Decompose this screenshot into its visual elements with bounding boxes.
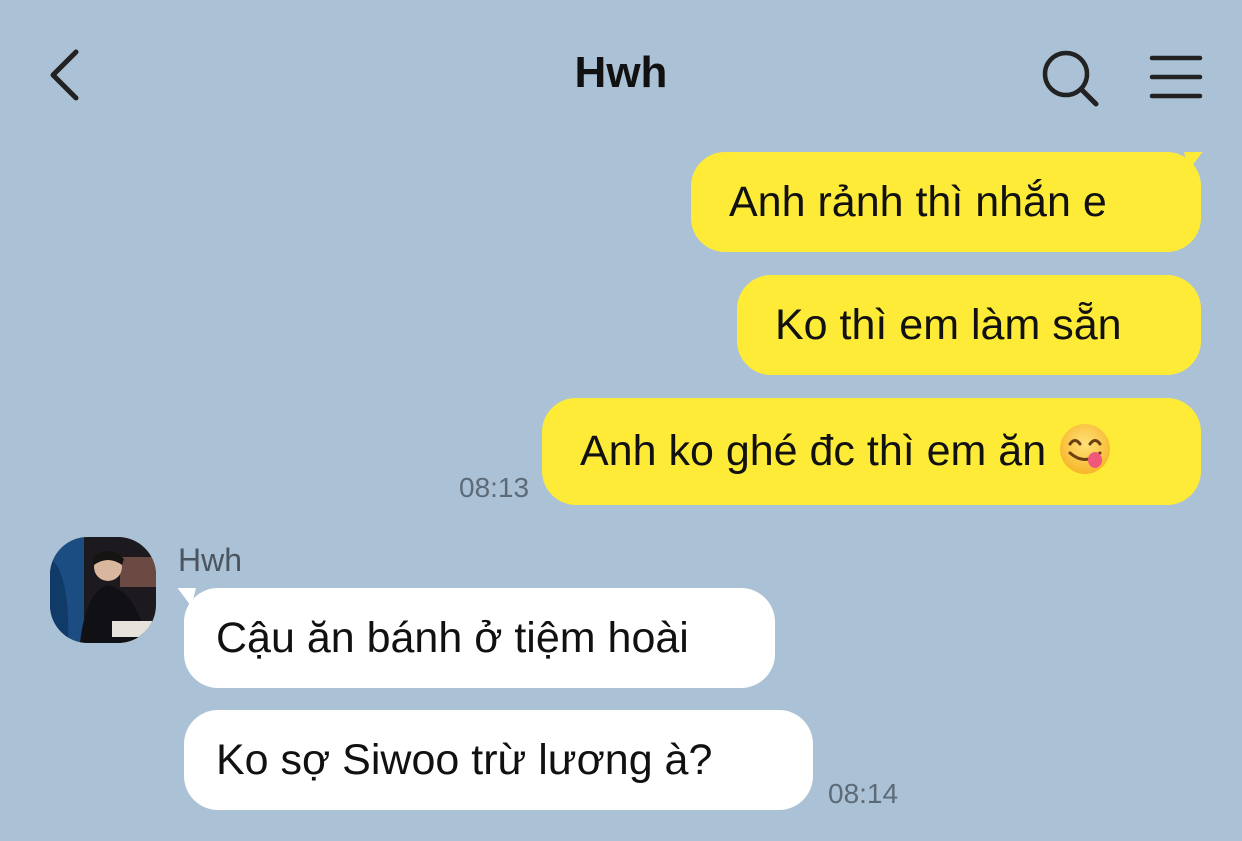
message-timestamp: 08:14 bbox=[828, 778, 899, 809]
message-bubble-incoming[interactable]: Ko sợ Siwoo trừ lương à? bbox=[184, 710, 813, 810]
message-text: Anh ko ghé đc thì em ăn bbox=[580, 427, 1047, 475]
message-bubble-outgoing[interactable]: Ko thì em làm sẵn bbox=[737, 275, 1201, 375]
sender-name: Hwh bbox=[178, 542, 243, 578]
search-button[interactable] bbox=[1036, 44, 1104, 112]
message-text: Cậu ăn bánh ở tiệm hoài bbox=[216, 614, 689, 662]
message-bubble-outgoing[interactable]: Anh ko ghé đc thì em ăn bbox=[542, 398, 1201, 505]
chevron-left-icon bbox=[50, 49, 79, 101]
back-button[interactable] bbox=[38, 40, 94, 110]
message-bubble-incoming[interactable]: Cậu ăn bánh ở tiệm hoài bbox=[184, 588, 775, 688]
message-text: Ko sợ Siwoo trừ lương à? bbox=[216, 736, 713, 784]
message-text: Ko thì em làm sẵn bbox=[775, 301, 1122, 349]
message-bubble-outgoing[interactable]: Anh rảnh thì nhắn e bbox=[691, 152, 1201, 252]
menu-button[interactable] bbox=[1146, 48, 1206, 108]
message-timestamp: 08:13 bbox=[459, 472, 530, 503]
face-savoring-food-emoji bbox=[1060, 423, 1111, 474]
chat-header: Hwh bbox=[0, 0, 1242, 150]
avatar[interactable] bbox=[50, 537, 156, 643]
message-text: Anh rảnh thì nhắn e bbox=[729, 178, 1107, 226]
profile-photo bbox=[50, 537, 156, 643]
hamburger-menu-icon bbox=[1149, 55, 1203, 99]
search-icon bbox=[1042, 50, 1099, 107]
bubble-tail bbox=[1184, 152, 1203, 171]
